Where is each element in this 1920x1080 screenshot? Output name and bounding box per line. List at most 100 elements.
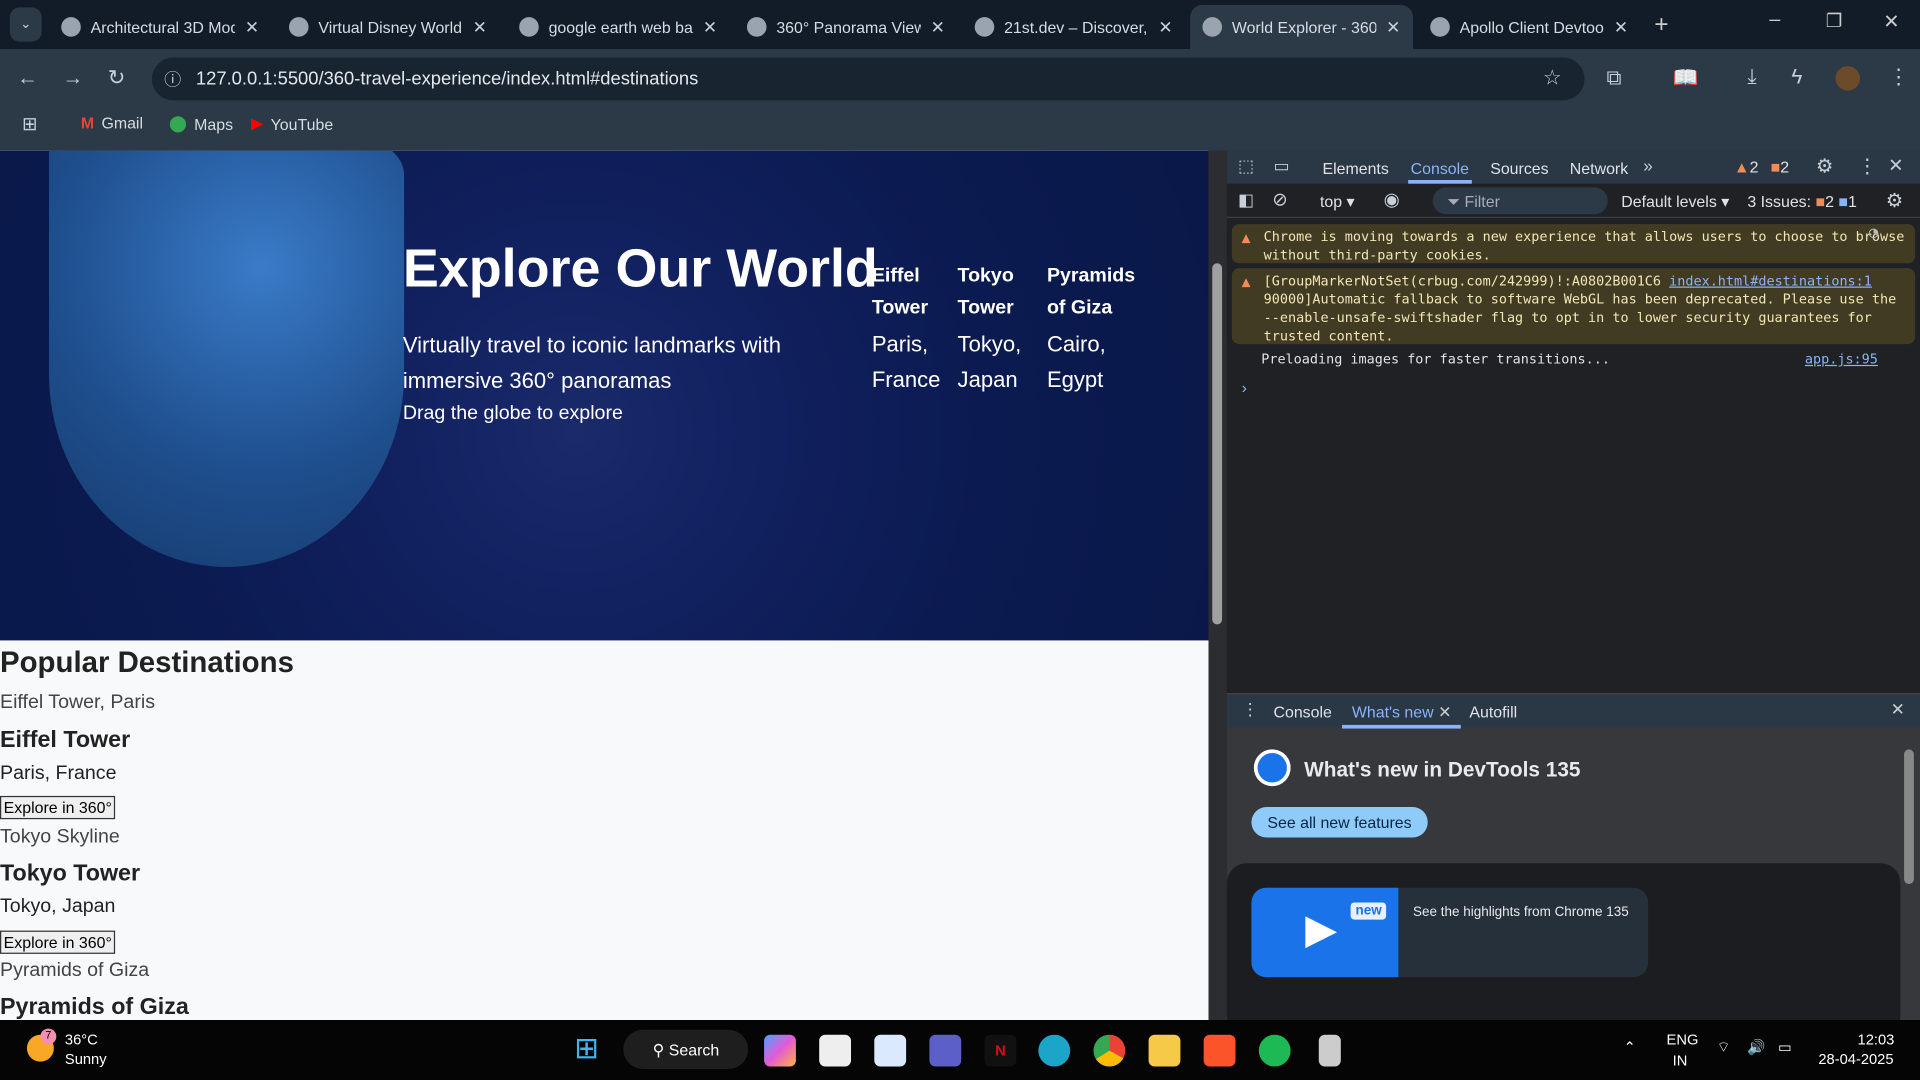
download-icon[interactable]: ⤓ — [1747, 65, 1756, 89]
highlights-card[interactable]: ▶ new See the highlights from Chrome 135 — [1251, 887, 1649, 978]
drawer-menu-icon[interactable]: ⋮ — [1242, 699, 1259, 720]
screen: ⌄ Architectural 3D Mod ✕ Virtual Disney Wo… — [0, 0, 1920, 1080]
devtools-tab-sources[interactable]: Sources — [1488, 151, 1551, 184]
close-tab-icon[interactable]: ✕ — [931, 17, 945, 38]
filter-input[interactable]: ⏷ Filter — [1432, 187, 1608, 215]
landmark-pyramids[interactable]: Pyramids of Giza Cairo, Egypt — [1047, 261, 1145, 398]
close-tab-icon[interactable]: ✕ — [473, 17, 487, 38]
devtools-tab-elements[interactable]: Elements — [1320, 151, 1391, 184]
broken-image-tokyo: Tokyo Skyline — [0, 826, 120, 848]
inspect-icon[interactable]: ⬚ — [1238, 156, 1254, 177]
hero-subtitle: Virtually travel to iconic landmarks wit… — [402, 333, 781, 394]
browser-tab[interactable]: 21st.dev – Discover, s ✕ — [962, 5, 1185, 49]
browser-tab[interactable]: google earth web ba ✕ — [507, 5, 730, 49]
menu-icon[interactable]: ⋮ — [1888, 65, 1909, 89]
devtools-tab-network[interactable]: Network — [1567, 151, 1630, 184]
landmark-eiffel[interactable]: Eiffel Tower Paris, France — [872, 261, 945, 398]
minimize-button[interactable]: – — [1769, 10, 1780, 32]
source-link[interactable]: app.js:95 — [1805, 351, 1878, 367]
landmark-tokyo[interactable]: Tokyo Tower Tokyo, Japan — [958, 261, 1031, 398]
drawer-tab-autofill[interactable]: Autofill — [1469, 703, 1517, 721]
brave-icon[interactable] — [1203, 1034, 1236, 1067]
bookmark-gmail[interactable]: M Gmail — [81, 114, 143, 132]
browser-tab[interactable]: 360° Panorama View ✕ — [735, 5, 958, 49]
app-icon[interactable] — [874, 1034, 907, 1067]
forward-icon[interactable]: → — [62, 66, 83, 90]
netflix-icon[interactable]: N — [984, 1034, 1017, 1067]
language[interactable]: ENG — [1667, 1031, 1699, 1048]
close-tab-icon[interactable]: ✕ — [1386, 17, 1400, 38]
close-tab-icon[interactable]: ✕ — [703, 17, 717, 38]
more-tabs-icon[interactable]: » — [1643, 156, 1653, 176]
back-icon[interactable]: ← — [17, 66, 38, 90]
console-settings-icon[interactable]: ⚙ — [1886, 189, 1904, 213]
warnings-count[interactable]: ▲2 — [1734, 158, 1759, 176]
edge-icon[interactable] — [1038, 1034, 1071, 1067]
close-tab-icon[interactable]: ✕ — [245, 17, 259, 38]
drawer-scrollbar[interactable] — [1904, 732, 1914, 1020]
bookmark-youtube[interactable]: ▶ YouTube — [251, 114, 333, 134]
file-explorer-icon[interactable] — [1148, 1034, 1181, 1067]
close-tab-icon[interactable]: ✕ — [1158, 17, 1172, 38]
teams-icon[interactable] — [929, 1034, 962, 1067]
clear-console-icon[interactable]: ⊘ — [1272, 189, 1287, 211]
battery-icon[interactable]: ▭ — [1778, 1038, 1792, 1055]
wifi-icon[interactable]: ⌔ — [1717, 1038, 1731, 1056]
scrollbar-thumb[interactable] — [1212, 263, 1223, 625]
log-levels-select[interactable]: Default levels ▾ — [1621, 192, 1729, 212]
new-tab-button[interactable]: + — [1654, 11, 1668, 39]
tray-overflow-icon[interactable]: ⌃ — [1624, 1038, 1636, 1055]
clock-time[interactable]: 12:03 — [1858, 1031, 1895, 1048]
context-select[interactable]: top ▾ — [1320, 192, 1355, 212]
explore-360-button[interactable]: Explore in 360° — [0, 930, 116, 954]
page-scrollbar[interactable] — [1208, 150, 1227, 1021]
see-all-features-button[interactable]: See all new features — [1251, 806, 1428, 838]
issues-button[interactable]: 3 Issues: ■2 ■1 — [1747, 192, 1857, 210]
drawer-tab-console[interactable]: Console — [1273, 703, 1331, 721]
app-icon[interactable] — [1318, 1034, 1341, 1067]
source-link[interactable]: index.html#destinations:1 — [1669, 273, 1872, 289]
restore-button[interactable]: ❐ — [1826, 10, 1842, 32]
browser-tab[interactable]: Architectural 3D Mod ✕ — [49, 5, 272, 49]
close-tab-icon[interactable]: ✕ — [1438, 703, 1451, 721]
drawer-tab-whats-new[interactable]: What's new ✕ — [1342, 694, 1462, 729]
console-prompt[interactable]: › — [1242, 378, 1247, 396]
volume-icon[interactable]: 🔊 — [1747, 1038, 1765, 1055]
globe-canvas[interactable] — [48, 150, 405, 567]
cookie-icon[interactable]: ◔ — [1869, 224, 1879, 242]
bookmark-star-icon[interactable]: ☆ — [1543, 66, 1562, 90]
store-icon[interactable] — [819, 1034, 852, 1067]
close-drawer-icon[interactable]: ✕ — [1891, 699, 1905, 720]
devtools-tab-console[interactable]: Console — [1408, 151, 1472, 184]
search-button[interactable]: ⚲ Search — [623, 1029, 749, 1069]
reload-icon[interactable]: ↻ — [108, 66, 125, 90]
live-expression-icon[interactable]: ◉ — [1384, 189, 1400, 211]
extensions-icon[interactable]: ⧉ — [1607, 66, 1622, 90]
bookmark-maps[interactable]: ⬤ Maps — [169, 114, 233, 134]
apps-icon[interactable]: ⊞ — [22, 113, 37, 135]
spotify-icon[interactable] — [1258, 1034, 1291, 1067]
tab-search-button[interactable]: ⌄ — [9, 7, 42, 42]
address-bar[interactable]: ⓘ 127.0.0.1:5500/360-travel-experience/i… — [151, 57, 1585, 101]
region[interactable]: IN — [1673, 1052, 1688, 1069]
close-window-button[interactable]: ✕ — [1883, 10, 1899, 34]
device-toolbar-icon[interactable]: ▭ — [1273, 156, 1289, 177]
performance-icon[interactable]: ϟ — [1791, 65, 1802, 89]
browser-tab[interactable]: Apollo Client Devtoo ✕ — [1418, 5, 1641, 49]
errors-count[interactable]: ■2 — [1771, 158, 1789, 176]
sidebar-toggle-icon[interactable]: ◧ — [1238, 190, 1254, 211]
browser-tab[interactable]: World Explorer - 360 ✕ — [1190, 4, 1414, 49]
reading-mode-icon[interactable]: 📖 — [1673, 66, 1699, 90]
close-tab-icon[interactable]: ✕ — [1614, 17, 1628, 38]
clock-date[interactable]: 28-04-2025 — [1818, 1051, 1893, 1068]
start-button[interactable]: ⊞ — [574, 1034, 599, 1064]
explore-360-button[interactable]: Explore in 360° — [0, 795, 116, 820]
close-devtools-icon[interactable]: ✕ — [1888, 154, 1903, 177]
profile-avatar[interactable] — [1835, 66, 1861, 91]
settings-icon[interactable]: ⚙ — [1816, 154, 1834, 178]
copilot-icon[interactable] — [764, 1034, 796, 1067]
more-options-icon[interactable]: ⋮ — [1858, 154, 1878, 178]
browser-tab[interactable]: Virtual Disney World ✕ — [277, 5, 500, 49]
chrome-icon[interactable] — [1093, 1034, 1126, 1067]
site-info-icon[interactable]: ⓘ — [164, 67, 181, 91]
